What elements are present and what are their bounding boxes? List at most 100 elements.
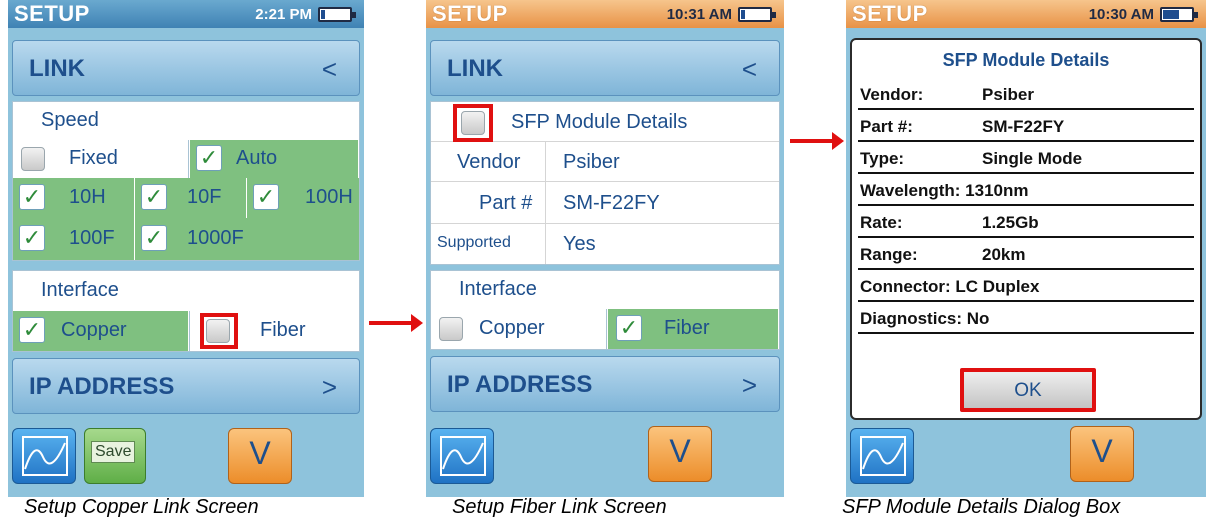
graph-button[interactable]: [850, 428, 914, 484]
ip-address-bar[interactable]: IP ADDRESS >: [12, 358, 360, 414]
sfp-details-label: SFP Module Details: [511, 111, 688, 133]
detail-key: Connector: LC Duplex: [860, 277, 1040, 296]
fixed-option[interactable]: Fixed: [13, 140, 189, 178]
speed-100f[interactable]: ✓ 100F: [13, 218, 135, 260]
ip-address-label: IP ADDRESS: [29, 373, 175, 400]
checkmark-icon[interactable]: ✓: [19, 225, 45, 251]
speed-10f[interactable]: ✓ 10F: [135, 178, 247, 218]
highlight-box: [453, 104, 493, 142]
graph-icon: [860, 436, 906, 476]
screen-title: SETUP: [14, 1, 90, 26]
detail-key: Part #:: [860, 117, 913, 136]
status-bar: SETUP 10:31 AM: [426, 0, 784, 28]
speed-100f-label: 100F: [69, 227, 115, 249]
sfp-details-dialog-screen: SETUP 10:30 AM SFP Module Details Vendor…: [846, 0, 1206, 497]
checkmark-icon[interactable]: ✓: [19, 184, 45, 210]
checkmark-icon[interactable]: ✓: [616, 315, 642, 341]
chevron-down-icon: V: [249, 435, 271, 471]
fiber-option[interactable]: Fiber: [189, 311, 359, 351]
screen-title: SETUP: [852, 1, 928, 26]
speed-100h-label: 100H: [305, 186, 353, 208]
speed-title: Speed: [41, 109, 99, 131]
copper-option[interactable]: Copper: [431, 309, 607, 349]
detail-key: Type:: [860, 149, 905, 168]
speed-10f-label: 10F: [187, 186, 222, 208]
detail-row: Connector: LC Duplex: [858, 272, 1194, 302]
link-bar[interactable]: LINK <: [12, 40, 360, 96]
detail-key: Vendor:: [860, 85, 924, 104]
detail-key: Rate:: [860, 213, 903, 232]
detail-value: 20km: [982, 245, 1026, 264]
detail-value: SM-F22FY: [982, 117, 1065, 136]
sfp-details-row[interactable]: SFP Module Details: [431, 102, 779, 142]
speed-10h[interactable]: ✓ 10H: [13, 178, 135, 218]
scroll-down-button[interactable]: V: [228, 428, 292, 484]
clock: 10:31 AM: [666, 6, 732, 23]
fixed-label: Fixed: [69, 147, 118, 169]
auto-option[interactable]: ✓ Auto: [190, 140, 359, 178]
chevron-down-icon: V: [1091, 433, 1113, 469]
part-value: SM-F22FY: [563, 192, 660, 214]
speed-1000f[interactable]: ✓ 1000F: [135, 218, 359, 260]
caption-fiber: Setup Fiber Link Screen: [452, 496, 667, 518]
fixed-checkbox[interactable]: [21, 147, 45, 171]
checkmark-icon[interactable]: ✓: [141, 225, 167, 251]
arrow-right-icon: [369, 314, 423, 332]
checkmark-icon[interactable]: ✓: [196, 145, 222, 171]
fiber-label: Fiber: [664, 317, 710, 339]
detail-row: Type: Single Mode: [858, 144, 1194, 174]
detail-row: Vendor: Psiber: [858, 80, 1194, 110]
caption-dialog: SFP Module Details Dialog Box: [842, 496, 1121, 518]
detail-value: 1.25Gb: [982, 213, 1039, 232]
ok-label: OK: [1014, 380, 1042, 401]
save-label: Save: [91, 441, 136, 463]
battery-icon: [1160, 7, 1198, 22]
graph-icon: [440, 436, 486, 476]
ok-button[interactable]: OK: [960, 368, 1096, 412]
supported-value: Yes: [563, 233, 596, 255]
collapse-icon: <: [321, 54, 337, 84]
detail-key: Range:: [860, 245, 918, 264]
link-bar[interactable]: LINK <: [430, 40, 780, 96]
link-label: LINK: [29, 55, 85, 82]
detail-row: Part #: SM-F22FY: [858, 112, 1194, 142]
speed-100h[interactable]: ✓ 100H: [247, 178, 359, 218]
copper-label: Copper: [61, 319, 127, 341]
scroll-down-button[interactable]: V: [648, 426, 712, 482]
ip-address-bar[interactable]: IP ADDRESS >: [430, 356, 780, 412]
clock: 2:21 PM: [255, 6, 312, 23]
clock: 10:30 AM: [1088, 6, 1154, 23]
copper-checkbox[interactable]: [439, 317, 463, 341]
detail-row: Wavelength: 1310nm: [858, 176, 1194, 206]
expand-icon: >: [741, 370, 757, 400]
interface-title: Interface: [41, 279, 119, 301]
status-bar: SETUP 10:30 AM: [846, 0, 1206, 28]
vendor-label: Vendor: [457, 151, 521, 173]
graph-icon: [22, 436, 68, 476]
sfp-panel: SFP Module Details Vendor Psiber Part # …: [430, 101, 780, 265]
collapse-icon: <: [741, 54, 757, 84]
interface-title: Interface: [459, 278, 537, 300]
graph-button[interactable]: [12, 428, 76, 484]
checkmark-icon[interactable]: ✓: [253, 184, 279, 210]
checkmark-icon[interactable]: ✓: [19, 317, 45, 343]
detail-row: Rate: 1.25Gb: [858, 208, 1194, 238]
auto-label: Auto: [236, 147, 278, 169]
speed-10h-label: 10H: [69, 186, 106, 208]
dialog-title: SFP Module Details: [942, 50, 1110, 70]
copper-option[interactable]: ✓ Copper: [13, 311, 189, 351]
highlight-box: [200, 313, 238, 349]
detail-row: Diagnostics: No: [858, 304, 1194, 334]
interface-panel: Interface Copper ✓ Fiber: [430, 270, 780, 350]
checkmark-icon[interactable]: ✓: [141, 184, 167, 210]
graph-button[interactable]: [430, 428, 494, 484]
status-bar: SETUP 2:21 PM: [8, 0, 364, 28]
fiber-option[interactable]: ✓ Fiber: [608, 309, 779, 349]
detail-row: Range: 20km: [858, 240, 1194, 270]
scroll-down-button[interactable]: V: [1070, 426, 1134, 482]
copper-label: Copper: [479, 317, 545, 339]
expand-icon: >: [321, 372, 337, 402]
interface-panel: Interface ✓ Copper Fiber: [12, 270, 360, 352]
detail-value: Psiber: [982, 85, 1034, 104]
save-button[interactable]: Save: [84, 428, 146, 484]
